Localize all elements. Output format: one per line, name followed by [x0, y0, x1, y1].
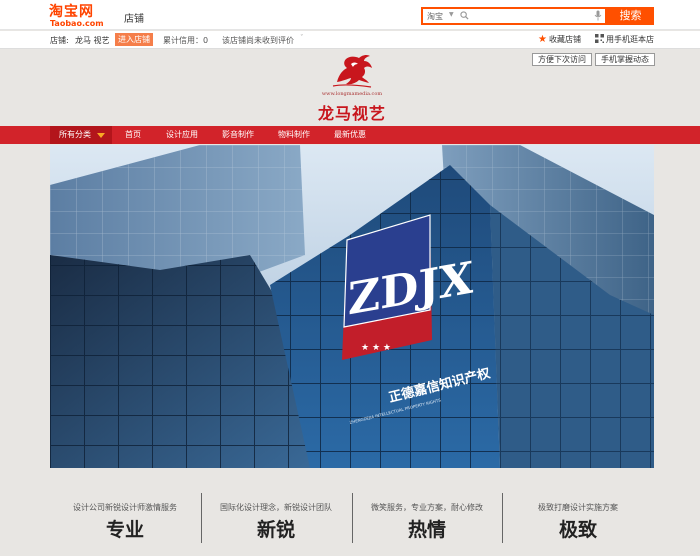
feature-professional: 设计公司新锐设计师激情服务 专业 — [50, 488, 200, 548]
shop-navbar-inner: 所有分类 首页 设计应用 影音制作 物料制作 最新优惠 — [50, 126, 654, 144]
feature-title: 极致 — [558, 519, 597, 541]
nav-item-design[interactable]: 设计应用 — [166, 126, 198, 144]
star-icon: ★ — [538, 34, 547, 45]
feature-title: 专业 — [105, 519, 144, 541]
credit-score: 累计信用：0 — [163, 36, 209, 45]
mobile-tip-button[interactable]: 手机掌握动态 — [595, 53, 655, 66]
shop-label: 店铺: — [50, 36, 69, 45]
feature-ultimate: 极致打磨设计实施方案 极致 — [503, 488, 653, 548]
nav-item-offers[interactable]: 最新优惠 — [334, 126, 366, 144]
feature-title: 新锐 — [256, 519, 295, 541]
search-scope-select[interactable]: 淘宝 — [427, 11, 443, 22]
mobile-shop-link[interactable]: 用手机逛本店 — [595, 34, 654, 45]
favorite-shop-link[interactable]: ★ 收藏店铺 — [538, 34, 581, 45]
nav-item-home[interactable]: 首页 — [125, 126, 141, 144]
brand-name: 龙马视艺 — [317, 104, 386, 123]
chevron-down-icon[interactable]: ˇ — [300, 34, 304, 42]
feature-desc: 极致打磨设计实施方案 — [538, 503, 618, 512]
hero-banner[interactable]: ZDJX ★ ★ ★ 正德嘉信知识产权 ZHENGDEJIA INTELLECT… — [50, 145, 654, 468]
nav-item-materials[interactable]: 物料制作 — [278, 126, 310, 144]
caret-down-icon — [97, 133, 105, 138]
feature-strip: 设计公司新锐设计师激情服务 专业 国际化设计理念，新锐设计团队 新锐 微笑服务，… — [50, 488, 654, 548]
chevron-down-icon[interactable]: ▼ — [449, 11, 454, 18]
microphone-icon[interactable] — [594, 10, 602, 21]
search-icon — [460, 11, 469, 20]
dragon-horse-logo-icon — [332, 54, 372, 88]
search-button[interactable]: 搜索 — [607, 7, 654, 25]
search-box[interactable]: 淘宝 ▼ — [421, 7, 607, 25]
logo-text-cn: 淘宝网 — [49, 4, 94, 20]
taobao-topbar: 淘宝网 Taobao.com 店铺 淘宝 ▼ 搜索 — [0, 0, 700, 30]
nav-all-categories-label: 所有分类 — [59, 130, 91, 139]
feature-innovative: 国际化设计理念，新锐设计团队 新锐 — [201, 488, 351, 548]
review-status: 该店铺尚未收到评价 — [222, 36, 294, 45]
feature-desc: 设计公司新锐设计师激情服务 — [73, 503, 177, 512]
brand-url: www.longmamedia.com — [321, 91, 383, 97]
shop-name[interactable]: 龙马 视艺 — [75, 35, 110, 46]
shop-tab[interactable]: 店铺 — [124, 10, 144, 25]
favorite-shop-label: 收藏店铺 — [548, 35, 581, 44]
feature-desc: 微笑服务，专业方案，耐心修改 — [371, 503, 483, 512]
logo-text-en: Taobao.com — [50, 19, 104, 28]
enter-shop-button[interactable]: 进入店铺 — [115, 33, 153, 46]
shop-navbar: 所有分类 首页 设计应用 影音制作 物料制作 最新优惠 — [0, 126, 700, 144]
hero-building-image: ZDJX ★ ★ ★ 正德嘉信知识产权 ZHENGDEJIA INTELLECT… — [50, 145, 654, 468]
bookmark-tip-button[interactable]: 方便下次访问 — [532, 53, 592, 66]
taobao-logo[interactable]: 淘宝网 Taobao.com — [49, 4, 107, 29]
feature-enthusiastic: 微笑服务，专业方案，耐心修改 热情 — [352, 488, 502, 548]
feature-title: 热情 — [407, 519, 446, 541]
nav-all-categories[interactable]: 所有分类 — [50, 126, 112, 144]
shop-info-bar: 店铺: 龙马 视艺 进入店铺 累计信用：0 该店铺尚未收到评价 ˇ ★ 收藏店铺 … — [0, 31, 700, 49]
qr-code-icon — [595, 34, 604, 43]
svg-text:★ ★ ★: ★ ★ ★ — [361, 343, 391, 353]
nav-item-video[interactable]: 影音制作 — [222, 126, 254, 144]
mobile-shop-label: 用手机逛本店 — [606, 35, 654, 44]
feature-desc: 国际化设计理念，新锐设计团队 — [220, 503, 332, 512]
